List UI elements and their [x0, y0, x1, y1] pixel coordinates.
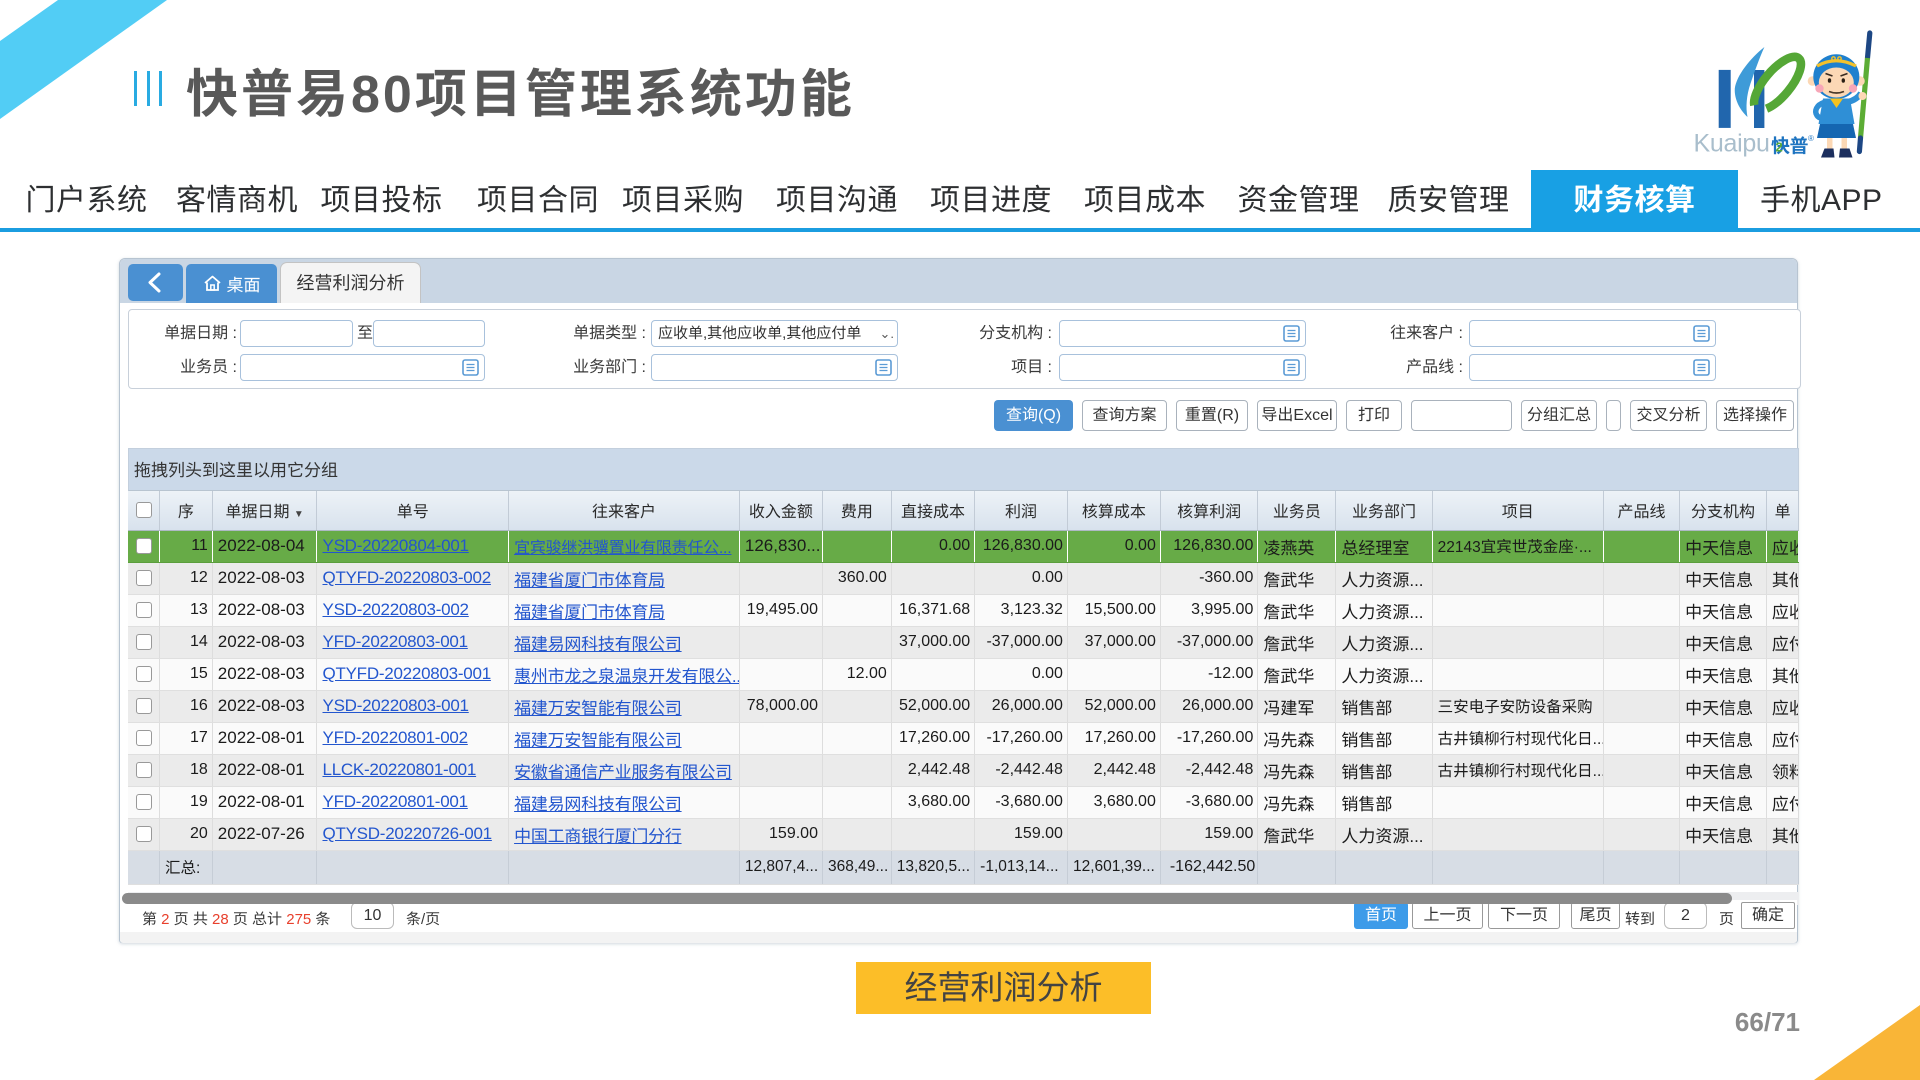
svg-text:®: ® [1808, 134, 1814, 143]
svg-text:Kuaipu: Kuaipu [1694, 130, 1770, 158]
svg-text:2: 2 [1776, 140, 1783, 155]
